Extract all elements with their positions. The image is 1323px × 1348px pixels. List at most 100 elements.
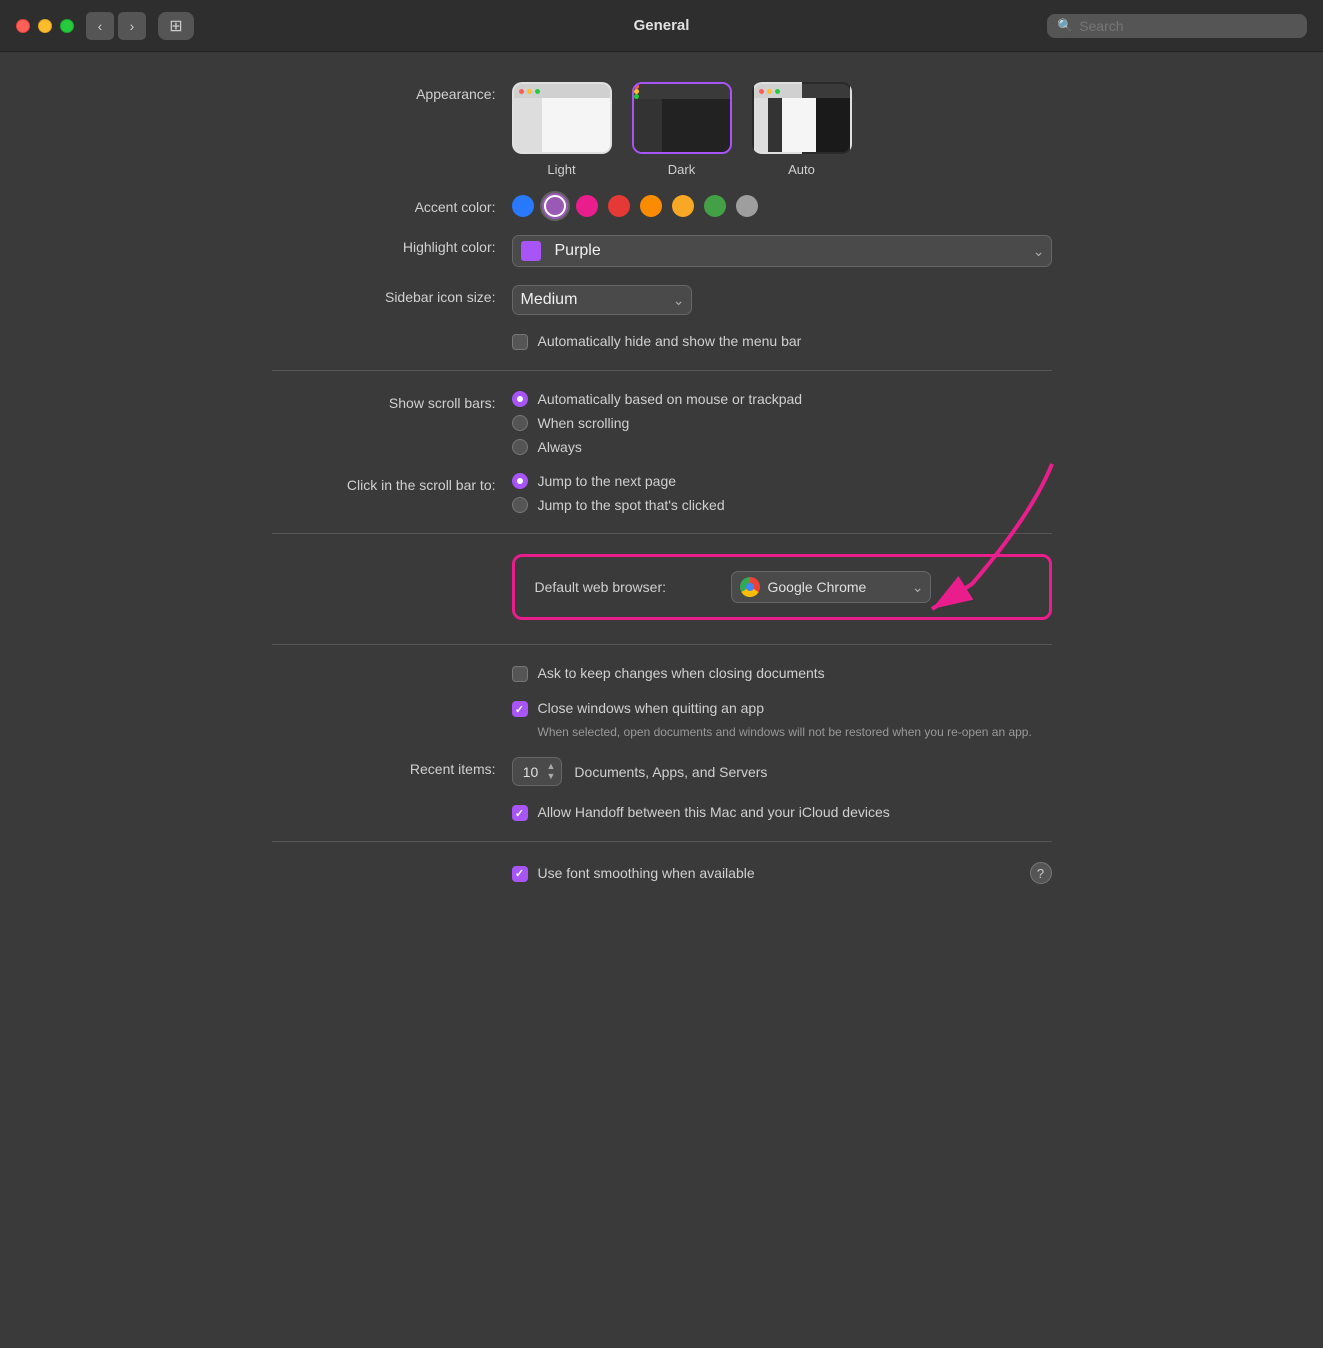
maximize-button[interactable] <box>60 19 74 33</box>
traffic-lights <box>16 19 74 33</box>
click-scroll-spot-radio[interactable] <box>512 497 528 513</box>
accent-dot-yellow[interactable] <box>672 195 694 217</box>
grid-button[interactable]: ⊞ <box>158 12 194 40</box>
search-bar: 🔍 <box>1047 14 1307 38</box>
browser-chevron-icon: ⌄ <box>912 579 924 596</box>
click-scroll-next-page-row: Jump to the next page <box>512 473 1052 489</box>
appearance-option-auto[interactable]: Auto <box>752 82 852 177</box>
sidebar-icon-size-content: Medium ⌄ <box>512 285 1052 315</box>
close-windows-checkbox-row: Close windows when quitting an app <box>512 700 1052 717</box>
accent-dot-red[interactable] <box>608 195 630 217</box>
spinner-up-icon[interactable]: ▲ <box>547 762 556 771</box>
appearance-thumb-auto <box>752 82 852 154</box>
accent-color-row: Accent color: <box>272 195 1052 217</box>
scroll-bars-auto-radio[interactable] <box>512 391 528 407</box>
accent-dot-graphite[interactable] <box>736 195 758 217</box>
close-windows-row: Close windows when quitting an app When … <box>272 700 1052 739</box>
chevron-down-icon: ⌄ <box>1033 243 1045 260</box>
menu-bar-checkbox-row: Automatically hide and show the menu bar <box>512 333 1052 350</box>
thumb-sidebar-dark <box>634 99 662 154</box>
close-windows-subtitle: When selected, open documents and window… <box>538 725 1052 739</box>
appearance-row: Appearance: <box>272 82 1052 177</box>
spinner-arrows: ▲ ▼ <box>547 762 556 781</box>
window-title: General <box>634 17 690 34</box>
appearance-option-auto-label: Auto <box>788 162 815 177</box>
appearance-option-dark[interactable]: Dark <box>632 82 732 177</box>
font-smoothing-label: Use font smoothing when available <box>538 865 755 881</box>
show-scroll-bars-row: Show scroll bars: Automatically based on… <box>272 391 1052 455</box>
close-windows-checkbox[interactable] <box>512 701 528 717</box>
sidebar-icon-size-select[interactable]: Medium ⌄ <box>512 285 692 315</box>
accent-dot-green[interactable] <box>704 195 726 217</box>
scroll-bars-always-radio[interactable] <box>512 439 528 455</box>
thumb-titlebar-auto <box>754 84 850 98</box>
scroll-bars-auto-row: Automatically based on mouse or trackpad <box>512 391 1052 407</box>
click-scroll-bar-row: Click in the scroll bar to: Jump to the … <box>272 473 1052 513</box>
close-button[interactable] <box>16 19 30 33</box>
accent-dot-blue[interactable] <box>512 195 534 217</box>
spinner-down-icon[interactable]: ▼ <box>547 772 556 781</box>
settings-content: Appearance: <box>212 52 1112 942</box>
allow-handoff-checkbox-row: Allow Handoff between this Mac and your … <box>512 804 1052 821</box>
appearance-label: Appearance: <box>272 82 512 102</box>
close-windows-row-label <box>272 700 512 704</box>
ask-keep-changes-checkbox[interactable] <box>512 666 528 682</box>
default-browser-row: Default web browser: Google Chrome ⌄ <box>272 554 1052 624</box>
thumb-tl-g-auto <box>775 89 780 94</box>
accent-dot-orange[interactable] <box>640 195 662 217</box>
default-browser-row-label <box>272 554 512 558</box>
thumb-body-light <box>514 98 610 154</box>
thumb-content-light <box>542 98 610 154</box>
default-browser-content: Default web browser: Google Chrome ⌄ <box>512 554 1052 624</box>
thumb-titlebar-dark <box>634 84 730 99</box>
divider-2 <box>272 533 1052 534</box>
click-scroll-spot-row: Jump to the spot that's clicked <box>512 497 1052 513</box>
chrome-icon <box>740 577 760 597</box>
thumb-sidebar-light <box>514 98 542 154</box>
show-scroll-bars-label: Show scroll bars: <box>272 391 512 411</box>
accent-dot-purple[interactable] <box>544 195 566 217</box>
search-input[interactable] <box>1079 18 1297 34</box>
click-scroll-next-page-radio[interactable] <box>512 473 528 489</box>
divider-1 <box>272 370 1052 371</box>
help-button[interactable]: ? <box>1030 862 1052 884</box>
recent-items-label: Recent items: <box>272 757 512 777</box>
scroll-bars-auto-label: Automatically based on mouse or trackpad <box>538 391 803 407</box>
back-button[interactable]: ‹ <box>86 12 114 40</box>
appearance-options: Light Dark <box>512 82 1052 177</box>
thumb-titlebar-light <box>514 84 610 98</box>
appearance-option-light[interactable]: Light <box>512 82 612 177</box>
recent-items-row: Recent items: 10 ▲ ▼ Documents, Apps, an… <box>272 757 1052 786</box>
search-icon: 🔍 <box>1057 18 1073 34</box>
menu-bar-checkbox-label: Automatically hide and show the menu bar <box>538 333 802 349</box>
click-scroll-bar-options: Jump to the next page Jump to the spot t… <box>512 473 1052 513</box>
thumb-content-dark <box>662 99 730 154</box>
appearance-thumb-dark <box>632 82 732 154</box>
thumb-body-dark <box>634 99 730 154</box>
thumb-tl-y <box>527 89 532 94</box>
divider-4 <box>272 841 1052 842</box>
menu-bar-checkbox[interactable] <box>512 334 528 350</box>
allow-handoff-content: Allow Handoff between this Mac and your … <box>512 804 1052 821</box>
forward-button[interactable]: › <box>118 12 146 40</box>
sidebar-icon-size-label: Sidebar icon size: <box>272 285 512 305</box>
thumb-tl-g <box>535 89 540 94</box>
click-scroll-spot-label: Jump to the spot that's clicked <box>538 497 725 513</box>
appearance-option-light-label: Light <box>547 162 575 177</box>
recent-items-spinner[interactable]: 10 ▲ ▼ <box>512 757 563 786</box>
minimize-button[interactable] <box>38 19 52 33</box>
font-smoothing-checkbox[interactable] <box>512 866 528 882</box>
allow-handoff-checkbox[interactable] <box>512 805 528 821</box>
accent-dot-pink[interactable] <box>576 195 598 217</box>
highlight-color-select[interactable]: Purple ⌄ <box>512 235 1052 267</box>
thumb-tl-y-auto <box>767 89 772 94</box>
menu-bar-row: Automatically hide and show the menu bar <box>272 333 1052 350</box>
click-scroll-bar-label: Click in the scroll bar to: <box>272 473 512 493</box>
scroll-bars-scrolling-radio[interactable] <box>512 415 528 431</box>
thumb-content-auto <box>782 98 850 154</box>
ask-keep-changes-row-label <box>272 665 512 669</box>
default-browser-select[interactable]: Google Chrome ⌄ <box>731 571 931 603</box>
show-scroll-bars-content: Automatically based on mouse or trackpad… <box>512 391 1052 455</box>
default-browser-value: Google Chrome <box>768 579 867 595</box>
thumb-tl-r-auto <box>759 89 764 94</box>
